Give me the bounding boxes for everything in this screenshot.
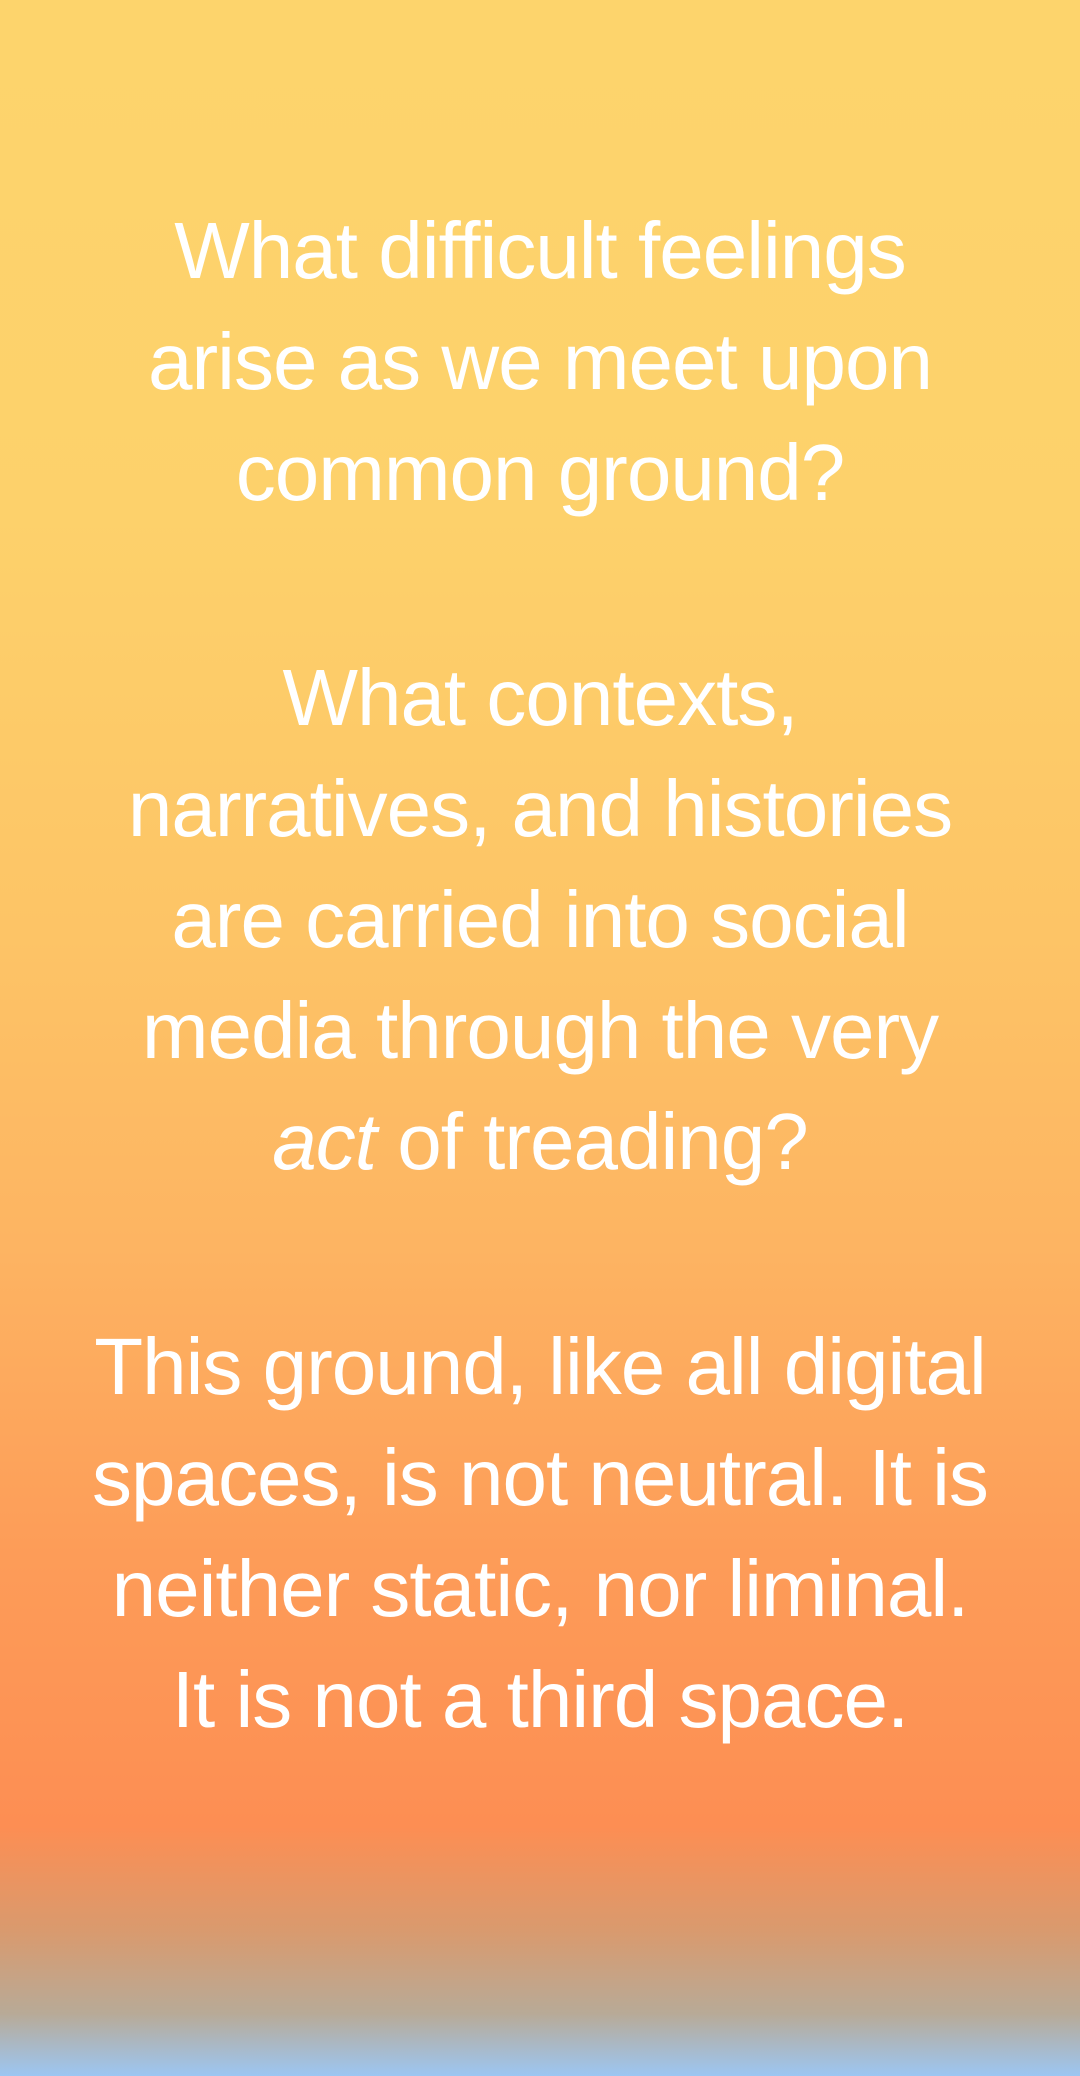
italic-word: act (272, 1097, 377, 1186)
text-line: are carried into social (171, 875, 909, 964)
text-line: It is not a third space. (171, 1655, 909, 1744)
text-line: What difficult feelings (174, 206, 906, 295)
text-line: narratives, and histories (127, 764, 953, 853)
text-line: What contexts, (282, 653, 798, 742)
text-line: This ground, like all digital (94, 1322, 986, 1411)
text-line: common ground? (235, 428, 846, 517)
paragraph-ground: This ground, like all digital spaces, is… (30, 1311, 1050, 1755)
paragraph-feelings: What difficult feelings arise as we meet… (30, 195, 1050, 528)
text-line: media through the very (141, 986, 939, 1075)
story-text-card: What difficult feelings arise as we meet… (0, 0, 1080, 2076)
paragraph-contexts: What contexts, narratives, and histories… (30, 642, 1050, 1197)
text-line-last: act of treading? (30, 1086, 1050, 1197)
text-line-rest: of treading? (375, 1097, 809, 1186)
text-line: arise as we meet upon (148, 317, 933, 406)
text-line: spaces, is not neutral. It is (92, 1433, 989, 1522)
text-line: neither static, nor liminal. (111, 1544, 970, 1633)
